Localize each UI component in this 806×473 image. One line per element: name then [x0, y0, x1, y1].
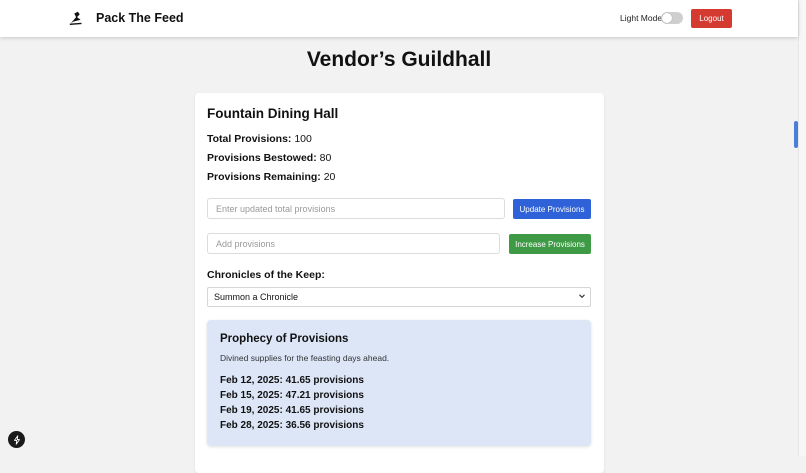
prophecy-panel: Prophecy of Provisions Divined supplies …	[207, 320, 591, 446]
light-mode-label: Light Mode	[620, 13, 663, 23]
stat-provisions-remaining: Provisions Remaining: 20	[207, 171, 335, 183]
card-title: Fountain Dining Hall	[207, 106, 339, 121]
stat-value: 20	[323, 171, 336, 183]
stat-value: 100	[294, 133, 312, 145]
forecast-item: Feb 15, 2025: 47.21 provisions	[220, 390, 364, 401]
stat-label: Provisions Remaining:	[207, 171, 321, 183]
increase-provisions-button[interactable]: Increase Provisions	[509, 234, 591, 254]
toggle-knob	[662, 13, 672, 23]
chronicles-label: Chronicles of the Keep:	[207, 269, 325, 281]
stat-total-provisions: Total Provisions: 100	[207, 133, 312, 145]
scrollbar-track[interactable]	[798, 0, 806, 456]
stat-label: Total Provisions:	[207, 133, 292, 145]
dining-hall-card: Fountain Dining Hall Total Provisions: 1…	[195, 93, 604, 473]
chevron-down-icon	[579, 294, 585, 299]
dev-tools-button[interactable]	[8, 431, 25, 448]
forecast-item: Feb 28, 2025: 36.56 provisions	[220, 420, 364, 431]
update-provisions-button[interactable]: Update Provisions	[513, 199, 591, 219]
top-navbar: Pack The Feed Light Mode Logout	[0, 0, 798, 37]
forecast-item: Feb 12, 2025: 41.65 provisions	[220, 375, 364, 386]
prophecy-subtitle: Divined supplies for the feasting days a…	[220, 353, 390, 363]
stat-provisions-bestowed: Provisions Bestowed: 80	[207, 152, 331, 164]
brand-name[interactable]: Pack The Feed	[96, 11, 184, 25]
add-provisions-input[interactable]	[207, 233, 500, 254]
update-total-input[interactable]	[207, 198, 505, 219]
light-mode-toggle[interactable]	[661, 12, 683, 24]
bird-icon[interactable]	[68, 9, 86, 27]
chronicles-select[interactable]: Summon a Chronicle	[207, 287, 591, 307]
select-value: Summon a Chronicle	[214, 292, 299, 302]
forecast-item: Feb 19, 2025: 41.65 provisions	[220, 405, 364, 416]
prophecy-title: Prophecy of Provisions	[220, 333, 349, 345]
logout-button[interactable]: Logout	[691, 9, 732, 28]
stat-label: Provisions Bestowed:	[207, 152, 317, 164]
stat-value: 80	[319, 152, 332, 164]
lightning-icon	[13, 434, 20, 445]
page-title: Vendor’s Guildhall	[306, 48, 492, 71]
scrollbar-thumb[interactable]	[794, 121, 798, 148]
